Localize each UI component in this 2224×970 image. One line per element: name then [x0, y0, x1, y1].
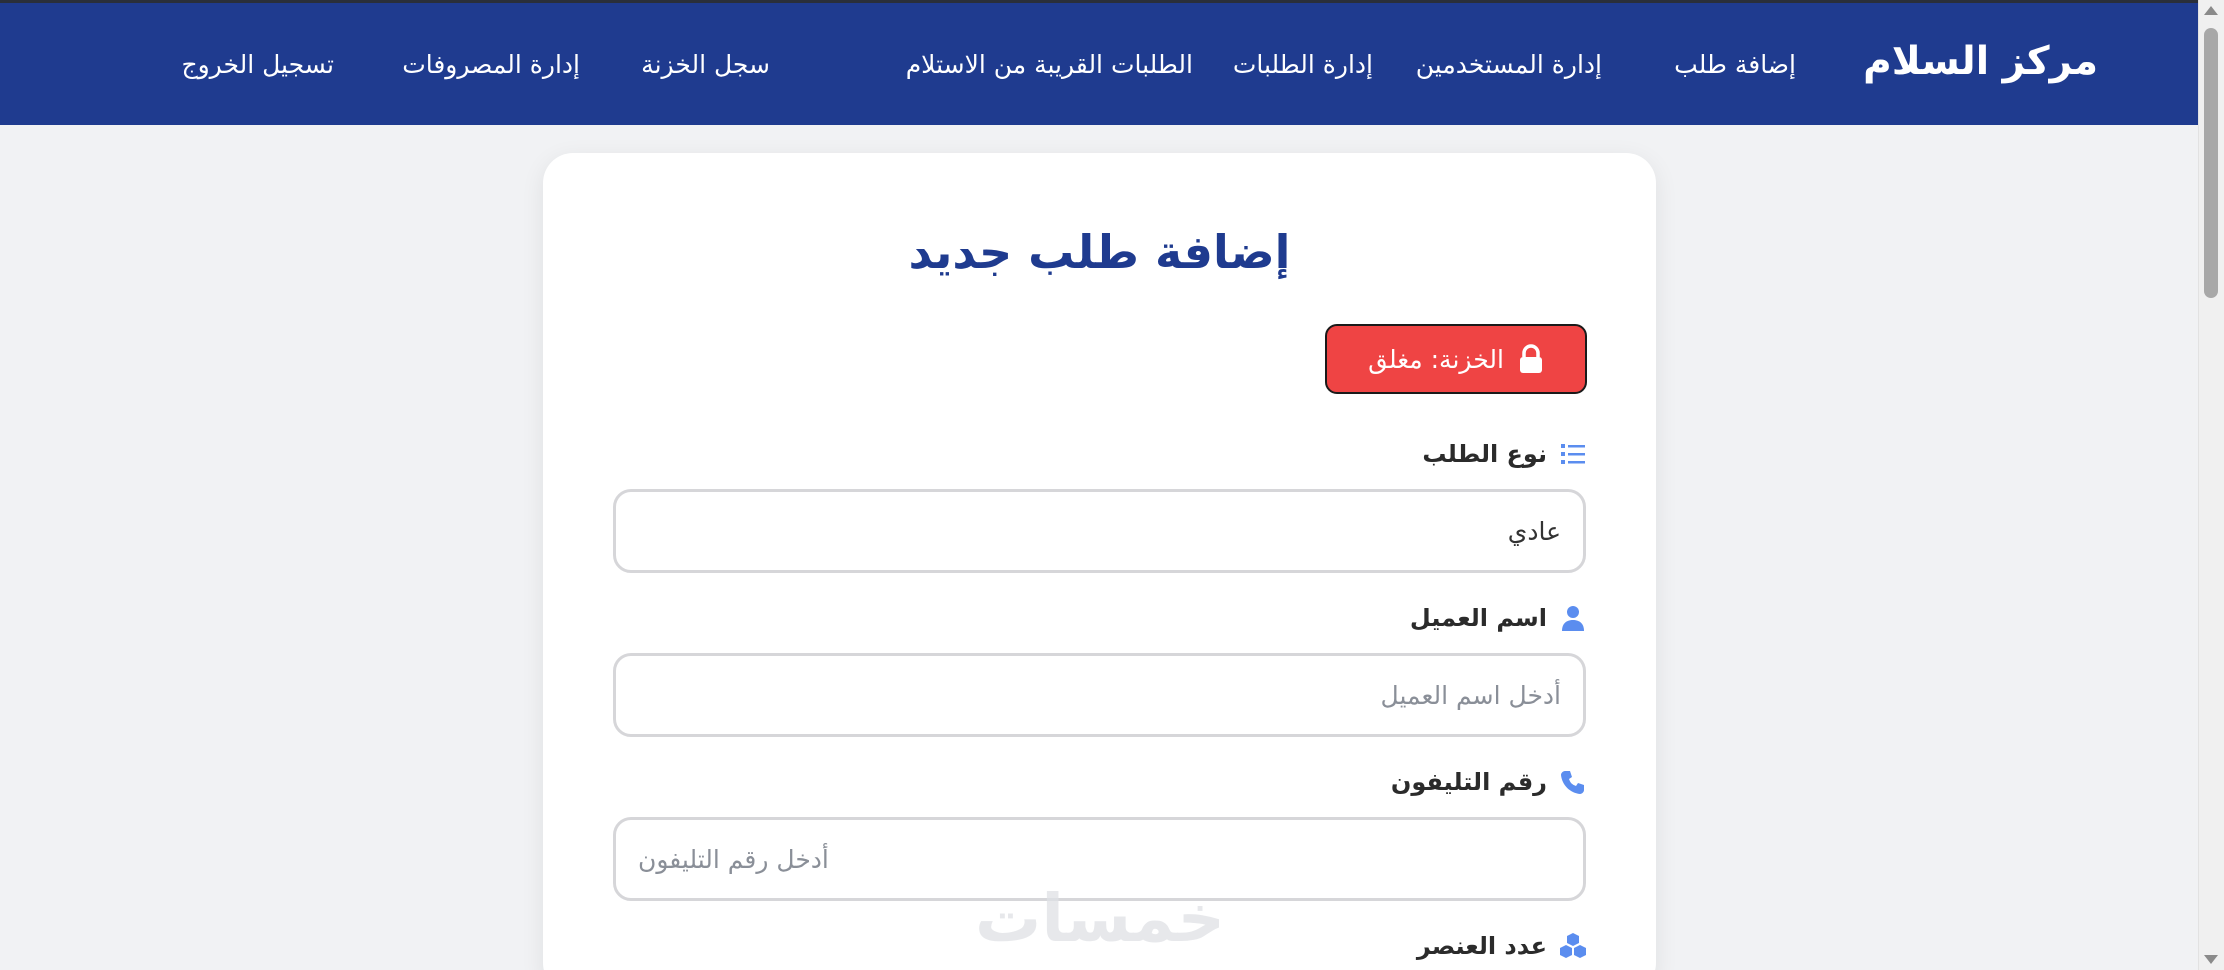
- safe-status-label: الخزنة: مغلق: [1368, 344, 1504, 374]
- phone-label: رقم التليفون: [1391, 768, 1587, 796]
- scrollbar-thumb[interactable]: [2204, 28, 2218, 298]
- brand-logo[interactable]: مركز السلام: [1863, 39, 2098, 84]
- phone-icon: [1559, 768, 1587, 796]
- list-icon: [1559, 440, 1587, 468]
- cubes-icon: [1559, 932, 1587, 960]
- nav-manage-users[interactable]: إدارة المستخدمين: [1416, 50, 1602, 79]
- user-icon: [1559, 604, 1587, 632]
- nav-manage-orders[interactable]: إدارة الطلبات: [1233, 50, 1373, 79]
- safe-status-badge[interactable]: الخزنة: مغلق: [1325, 324, 1587, 394]
- customer-name-placeholder: أدخل اسم العميل: [1380, 680, 1561, 710]
- scroll-up-arrow-icon[interactable]: [2204, 6, 2218, 15]
- customer-name-label-text: اسم العميل: [1409, 604, 1547, 632]
- nav-manage-expenses[interactable]: إدارة المصروفات: [402, 50, 580, 79]
- top-navbar: مركز السلام إضافة طلب إدارة المستخدمين إ…: [0, 3, 2198, 125]
- nav-logout[interactable]: تسجيل الخروج: [181, 50, 334, 79]
- customer-name-label: اسم العميل: [1410, 604, 1587, 632]
- page-scrollbar[interactable]: [2198, 0, 2224, 970]
- nav-add-order[interactable]: إضافة طلب: [1674, 50, 1796, 79]
- item-count-label: عدد العنصر: [1417, 932, 1587, 960]
- phone-label-text: رقم التليفون: [1390, 768, 1547, 796]
- item-count-label-text: عدد العنصر: [1416, 932, 1547, 960]
- page-title: إضافة طلب جديد: [908, 225, 1291, 279]
- nav-safe-log[interactable]: سجل الخزنة: [641, 50, 770, 79]
- customer-name-input[interactable]: أدخل اسم العميل: [613, 653, 1586, 737]
- order-type-value: عادي: [1507, 516, 1561, 546]
- add-order-card: إضافة طلب جديد الخزنة: مغلق نوع الطلب عا…: [543, 153, 1656, 970]
- order-type-label: نوع الطلب: [1422, 440, 1587, 468]
- watermark-text: خمسات: [975, 880, 1226, 957]
- order-type-select[interactable]: عادي: [613, 489, 1586, 573]
- nav-upcoming-orders[interactable]: الطلبات القريبة من الاستلام: [906, 50, 1193, 79]
- scroll-down-arrow-icon[interactable]: [2204, 955, 2218, 964]
- lock-icon: [1518, 344, 1544, 374]
- order-type-label-text: نوع الطلب: [1422, 440, 1547, 468]
- phone-placeholder: أدخل رقم التليفون: [638, 844, 829, 874]
